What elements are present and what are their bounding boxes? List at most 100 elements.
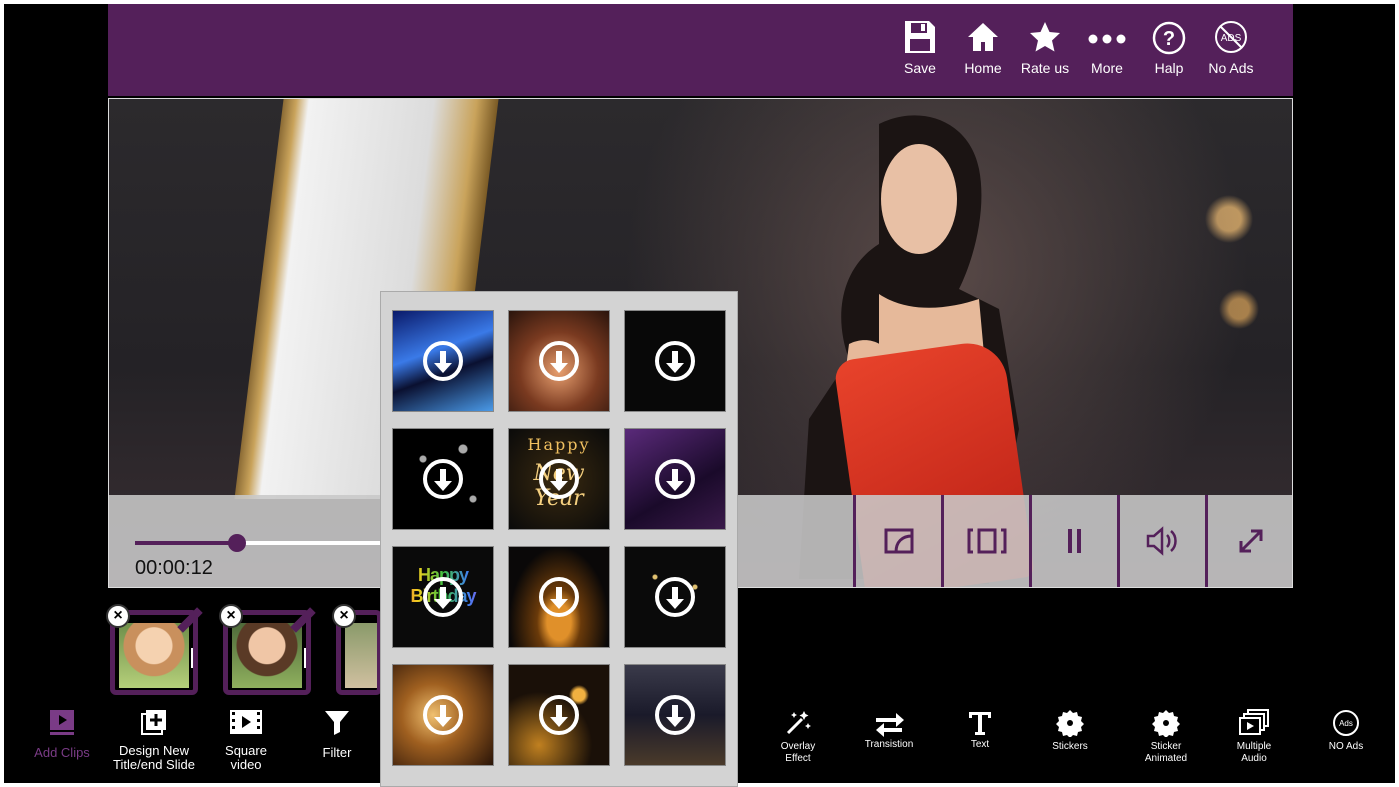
overlay-thumb[interactable]: Happy New Year — [508, 428, 610, 530]
more-label: More — [1091, 60, 1123, 76]
clip-remove-button[interactable]: × — [332, 604, 356, 628]
overlay-thumb[interactable] — [392, 428, 494, 530]
seek-handle[interactable] — [228, 534, 246, 552]
help-label: Halp — [1154, 60, 1184, 76]
stickers-button[interactable]: Stickers — [1042, 709, 1098, 753]
fullscreen-button[interactable] — [1205, 495, 1292, 587]
sticker-animated-icon — [1152, 710, 1180, 737]
download-icon[interactable] — [423, 577, 463, 617]
magic-wand-icon — [786, 711, 811, 735]
pause-icon — [1067, 529, 1081, 553]
crop-button[interactable] — [853, 495, 941, 587]
download-icon[interactable] — [539, 459, 579, 499]
transition-button[interactable]: Transistion — [856, 709, 922, 751]
text-label: Text — [970, 739, 990, 750]
overlay-thumb[interactable] — [508, 664, 610, 766]
timecode: 00:00:12 — [135, 557, 213, 579]
sticker-animated-label: Sticker Animated — [1144, 741, 1188, 764]
download-icon[interactable] — [539, 341, 579, 381]
more-dots-icon — [1088, 34, 1126, 44]
download-icon[interactable] — [423, 341, 463, 381]
happy-text: Happy — [527, 435, 591, 454]
seek-progress — [135, 541, 237, 545]
no-ads-label: No Ads — [1208, 60, 1254, 76]
home-label: Home — [964, 60, 1002, 76]
more-button[interactable]: More — [1075, 18, 1139, 76]
no-ads-icon: Ads — [1333, 710, 1359, 736]
download-icon[interactable] — [655, 577, 695, 617]
pause-button[interactable] — [1029, 495, 1117, 587]
rate-us-label: Rate us — [1020, 60, 1070, 76]
help-icon: ? — [1152, 21, 1186, 55]
filter-label: Filter — [322, 745, 352, 760]
home-icon — [968, 23, 998, 51]
stickers-label: Stickers — [1052, 741, 1088, 752]
no-ads-bottom-button[interactable]: Ads NO Ads — [1318, 709, 1374, 753]
filter-button[interactable]: Filter — [309, 708, 365, 760]
no-ads-icon: ADS — [1215, 21, 1247, 53]
overlay-thumb[interactable] — [508, 546, 610, 648]
save-label: Save — [904, 60, 936, 76]
text-button[interactable]: Text — [956, 709, 1004, 751]
no-ads-badge: ADS — [1221, 33, 1242, 44]
aspect-ratio-button[interactable] — [941, 495, 1029, 587]
download-icon[interactable] — [423, 695, 463, 735]
clip-image — [345, 623, 377, 688]
overlay-thumb[interactable] — [624, 310, 726, 412]
download-icon[interactable] — [655, 695, 695, 735]
overlay-thumb[interactable] — [624, 546, 726, 648]
svg-text:?: ? — [1163, 28, 1175, 50]
clip-image — [232, 623, 302, 688]
home-button[interactable]: Home — [951, 18, 1015, 76]
volume-button[interactable] — [1117, 495, 1205, 587]
overlay-thumb[interactable] — [624, 428, 726, 530]
overlay-thumb[interactable] — [392, 310, 494, 412]
overlay-thumb[interactable] — [508, 310, 610, 412]
aspect-ratio-icon — [967, 528, 1006, 554]
multiple-audio-label: Multiple Audio — [1236, 741, 1272, 764]
download-icon[interactable] — [655, 341, 695, 381]
star-icon — [1030, 22, 1060, 52]
download-icon[interactable] — [539, 577, 579, 617]
floppy-disk-icon — [905, 21, 935, 53]
help-button[interactable]: ? Halp — [1137, 18, 1201, 76]
fullscreen-icon — [1239, 529, 1262, 553]
square-video-icon — [230, 710, 262, 734]
download-icon[interactable] — [655, 459, 695, 499]
transition-label: Transistion — [864, 739, 914, 750]
volume-icon — [1146, 526, 1177, 556]
rate-us-button[interactable]: Rate us — [1013, 18, 1077, 76]
design-title-slide-label: Design New Title/end Slide — [113, 743, 195, 772]
multiple-audio-icon — [1239, 709, 1269, 735]
filter-icon — [325, 711, 349, 735]
download-icon[interactable] — [423, 459, 463, 499]
text-icon — [969, 712, 991, 735]
no-ads-button[interactable]: ADS No Ads — [1199, 18, 1263, 76]
add-clips-button[interactable]: Add Clips — [30, 708, 94, 760]
clip-remove-button[interactable]: × — [219, 604, 243, 628]
save-button[interactable]: Save — [888, 18, 952, 76]
square-video-label: Square video — [225, 743, 267, 772]
app-window: Save Home Rate us More ? Halp ADS No Ads — [0, 0, 1399, 787]
square-video-button[interactable]: Square video — [214, 708, 278, 772]
sticker-icon — [1056, 710, 1084, 737]
clip-duplicate-button[interactable]: + — [191, 648, 193, 668]
clip-image — [119, 623, 189, 688]
transition-arrows-icon — [876, 713, 904, 737]
clip-remove-button[interactable]: × — [106, 604, 130, 628]
overlay-thumb[interactable] — [624, 664, 726, 766]
sticker-animated-button[interactable]: Sticker Animated — [1136, 709, 1196, 765]
no-ads-bottom-label: NO Ads — [1328, 741, 1364, 752]
add-slide-icon — [141, 710, 166, 735]
overlay-effect-label: Overlay Effect — [780, 741, 816, 764]
design-title-slide-button[interactable]: Design New Title/end Slide — [104, 708, 204, 772]
overlay-effect-picker: Happy New Year Happy Birthday — [380, 291, 738, 787]
overlay-effect-button[interactable]: Overlay Effect — [768, 709, 828, 765]
multiple-audio-button[interactable]: Multiple Audio — [1226, 709, 1282, 765]
overlay-thumb[interactable]: Happy Birthday — [392, 546, 494, 648]
download-icon[interactable] — [539, 695, 579, 735]
clip-duplicate-button[interactable]: + — [304, 648, 306, 668]
overlay-thumb[interactable] — [392, 664, 494, 766]
add-clips-label: Add Clips — [34, 745, 90, 760]
top-bar: Save Home Rate us More ? Halp ADS No Ads — [108, 4, 1293, 96]
